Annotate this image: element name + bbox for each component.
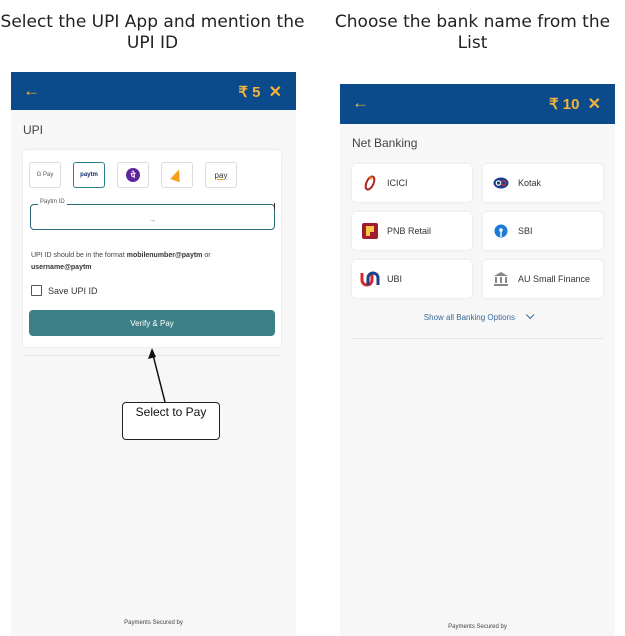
sbi-icon xyxy=(491,221,511,241)
right-caption: Choose the bank name from the List xyxy=(334,12,611,53)
upi-card: G Pay paytm पे pay Paytm ID → UPI ID sho… xyxy=(23,150,281,347)
hint-format-username: username@paytm xyxy=(31,264,92,271)
amazon-pay-logo: pay xyxy=(214,170,228,180)
bank-label: AU Small Finance xyxy=(518,274,591,284)
save-upi-label: Save UPI ID xyxy=(48,285,98,296)
amount-display: ₹ 5 ✕ xyxy=(238,82,282,102)
phonepe-app-button[interactable]: पे xyxy=(117,162,149,188)
paytm-logo: paytm xyxy=(80,172,98,178)
bank-label: PNB Retail xyxy=(387,226,432,236)
paytm-app-button[interactable]: paytm xyxy=(73,162,105,188)
ubi-icon xyxy=(360,269,380,289)
bank-option-pnb[interactable]: PNB Retail xyxy=(352,212,472,250)
bank-option-au-small-finance[interactable]: AU Small Finance xyxy=(483,260,603,298)
payments-secured-footer: Payments Secured by xyxy=(124,620,183,626)
amount-value: ₹ 5 xyxy=(238,84,261,101)
pnb-icon xyxy=(360,221,380,241)
back-arrow-icon[interactable]: ← xyxy=(23,81,40,101)
select-to-pay-callout: Select to Pay xyxy=(122,402,220,440)
left-caption: Select the UPI App and mention the UPI I… xyxy=(0,12,305,53)
save-upi-checkbox[interactable] xyxy=(31,285,42,296)
close-icon[interactable]: ✕ xyxy=(269,84,282,101)
triangle-logo-icon xyxy=(170,167,184,183)
save-upi-row[interactable]: Save UPI ID xyxy=(31,285,98,296)
bank-option-kotak[interactable]: Kotak xyxy=(483,164,603,202)
back-arrow-icon[interactable]: ← xyxy=(352,93,369,113)
hint-format-mobile: mobilenumber@paytm xyxy=(126,252,203,259)
bank-label: UBI xyxy=(387,274,403,284)
show-all-label: Show all Banking Options xyxy=(423,313,515,322)
payments-secured-footer: Payments Secured by xyxy=(448,624,507,630)
hint-prefix: UPI ID should be in the format xyxy=(31,252,127,259)
hint-middle: or xyxy=(202,252,211,259)
bank-option-sbi[interactable]: SBI xyxy=(483,212,603,250)
payment-header: ← ₹ 5 ✕ xyxy=(11,72,296,110)
upi-id-label: Paytm ID xyxy=(38,199,67,205)
gpay-label: G Pay xyxy=(36,172,54,178)
net-banking-screen: ← ₹ 10 ✕ Net Banking ICICI Kotak PNB Ret… xyxy=(340,84,615,636)
divider xyxy=(352,338,603,339)
kotak-icon xyxy=(491,173,511,193)
section-title-upi: UPI xyxy=(23,123,44,137)
bank-label: Kotak xyxy=(518,178,542,188)
phonepe-logo-icon: पे xyxy=(126,168,140,182)
play-app-button[interactable] xyxy=(161,162,193,188)
bank-option-ubi[interactable]: UBI xyxy=(352,260,472,298)
upi-format-hint: UPI ID should be in the format mobilenum… xyxy=(31,250,271,274)
close-icon[interactable]: ✕ xyxy=(588,96,601,113)
show-all-banks-link[interactable]: Show all Banking Options xyxy=(340,310,615,322)
bank-building-icon xyxy=(491,269,511,289)
bank-option-icici[interactable]: ICICI xyxy=(352,164,472,202)
upi-id-input[interactable]: Paytm ID → xyxy=(30,199,275,230)
verify-pay-button[interactable]: Verify & Pay xyxy=(29,310,275,336)
section-title-net-banking: Net Banking xyxy=(352,136,418,150)
amazon-pay-app-button[interactable]: pay xyxy=(205,162,237,188)
chevron-down-icon xyxy=(526,310,535,320)
payment-header: ← ₹ 10 ✕ xyxy=(340,84,615,124)
amount-display: ₹ 10 ✕ xyxy=(549,94,601,114)
gpay-app-button[interactable]: G Pay xyxy=(29,162,61,188)
upi-id-value: → xyxy=(149,217,156,224)
bank-label: SBI xyxy=(518,226,533,236)
bank-label: ICICI xyxy=(387,178,408,188)
callout-arrow xyxy=(148,348,166,403)
amount-value: ₹ 10 xyxy=(549,96,580,113)
input-edge-icon xyxy=(272,203,275,210)
icici-icon xyxy=(360,173,380,193)
